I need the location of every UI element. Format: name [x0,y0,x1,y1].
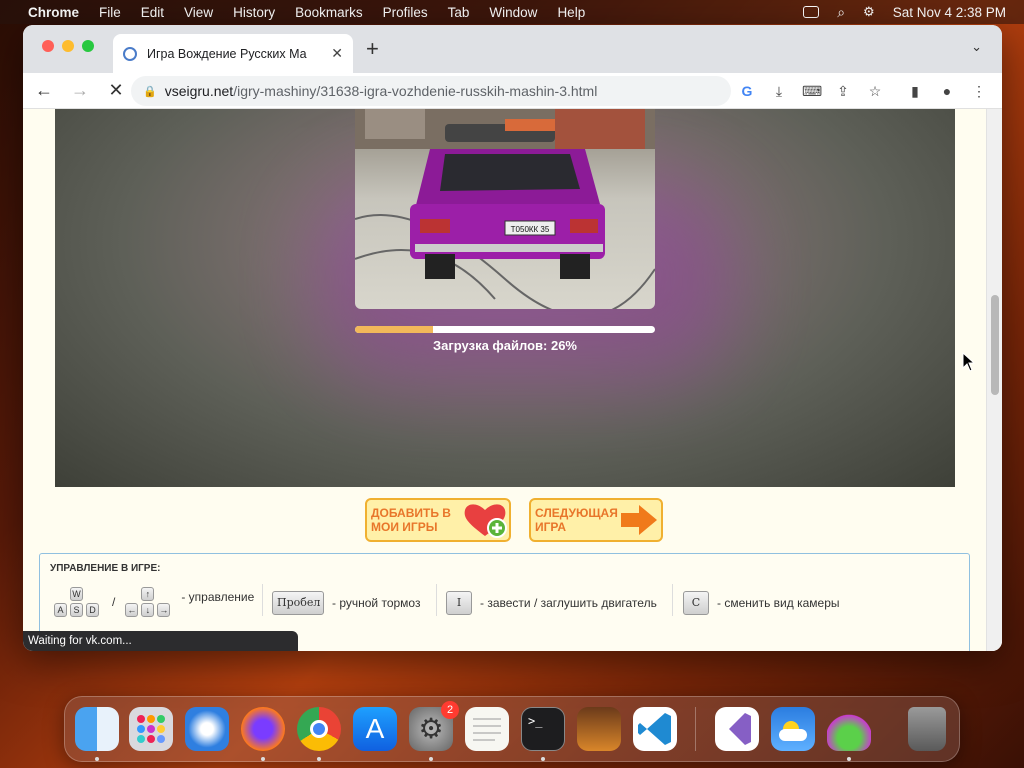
url-path: /igry-mashiny/31638-igra-vozhdenie-russk… [233,83,598,99]
site-favicon-icon [123,46,137,61]
notification-badge: 2 [441,701,459,719]
trash-icon[interactable] [908,707,946,751]
tab-search-chevron-icon[interactable]: ⌄ [971,39,982,55]
zoom-window-button[interactable] [82,40,94,52]
chrome-icon[interactable] [297,707,341,751]
terminal-icon[interactable]: >_ [521,707,565,751]
menu-edit[interactable]: Edit [141,5,164,20]
mouse-cursor-icon [962,352,976,372]
menu-window[interactable]: Window [489,5,537,20]
garageband-icon[interactable] [577,707,621,751]
menu-view[interactable]: View [184,5,213,20]
system-settings-icon[interactable]: ⚙ 2 [409,701,459,751]
firefox-icon[interactable] [241,707,285,751]
textedit-icon[interactable] [465,707,509,751]
url-host: vseigru.net [164,83,234,99]
address-bar[interactable]: 🔒 vseigru.net/igry-mashiny/31638-igra-vo… [131,76,731,106]
menu-bar: Chrome File Edit View History Bookmarks … [0,0,1024,24]
browser-window: Игра Вождение Русских Ма ✕ + ⌄ ← → ✕ 🔒 v… [23,25,1002,651]
weather-icon[interactable] [771,707,815,751]
menu-history[interactable]: History [233,5,275,20]
spotlight-search-icon[interactable]: ⌕ [837,4,845,21]
menu-app-name[interactable]: Chrome [28,5,79,20]
app-store-icon[interactable]: A [353,707,397,751]
new-tab-icon[interactable]: + [366,36,379,62]
tab-strip: Игра Вождение Русских Ма ✕ + ⌄ [23,25,1002,73]
dock-divider [695,707,696,751]
menu-help[interactable]: Help [557,5,585,20]
clock[interactable]: Sat Nov 4 2:38 PM [893,5,1006,20]
tab-active[interactable]: Игра Вождение Русских Ма ✕ [113,34,353,73]
stop-loading-icon[interactable]: ✕ [105,80,127,101]
side-panel-icon[interactable]: ▮ [906,83,924,100]
toolbar-icons: G ⤓ ⌨ ⇪ ☆ ▮ ● ⋮ [738,73,988,109]
close-window-button[interactable] [42,40,54,52]
translate-icon[interactable]: ⌨ [802,83,822,100]
forward-arrow-icon[interactable]: → [69,80,91,101]
lock-icon[interactable]: 🔒 [143,85,157,98]
menu-bookmarks[interactable]: Bookmarks [295,5,363,20]
more-menu-icon[interactable]: ⋮ [970,83,988,100]
rosetta-icon[interactable] [827,707,871,751]
google-lens-icon[interactable]: G [738,83,756,99]
visual-studio-icon[interactable] [715,707,759,751]
close-tab-icon[interactable]: ✕ [331,45,343,62]
share-icon[interactable]: ⇪ [834,83,852,100]
tab-title: Игра Вождение Русских Ма [147,46,307,61]
screen-mirroring-icon[interactable] [803,6,820,18]
menu-profiles[interactable]: Profiles [383,5,428,20]
window-controls [42,40,94,52]
bookmark-star-icon[interactable]: ☆ [866,83,884,100]
launchpad-icon[interactable] [129,707,173,751]
profile-avatar-icon[interactable]: ● [938,83,956,99]
dock: A ⚙ 2 >_ [64,696,960,762]
minimize-window-button[interactable] [62,40,74,52]
finder-icon[interactable] [75,707,119,751]
menu-file[interactable]: File [99,5,121,20]
vscode-icon[interactable] [633,707,677,751]
install-app-icon[interactable]: ⤓ [770,83,788,100]
safari-icon[interactable] [185,707,229,751]
menu-tab[interactable]: Tab [448,5,470,20]
back-arrow-icon[interactable]: ← [33,80,55,101]
control-center-icon[interactable]: ⚙ [863,4,875,20]
toolbar: ← → ✕ 🔒 vseigru.net/igry-mashiny/31638-i… [23,73,1002,109]
